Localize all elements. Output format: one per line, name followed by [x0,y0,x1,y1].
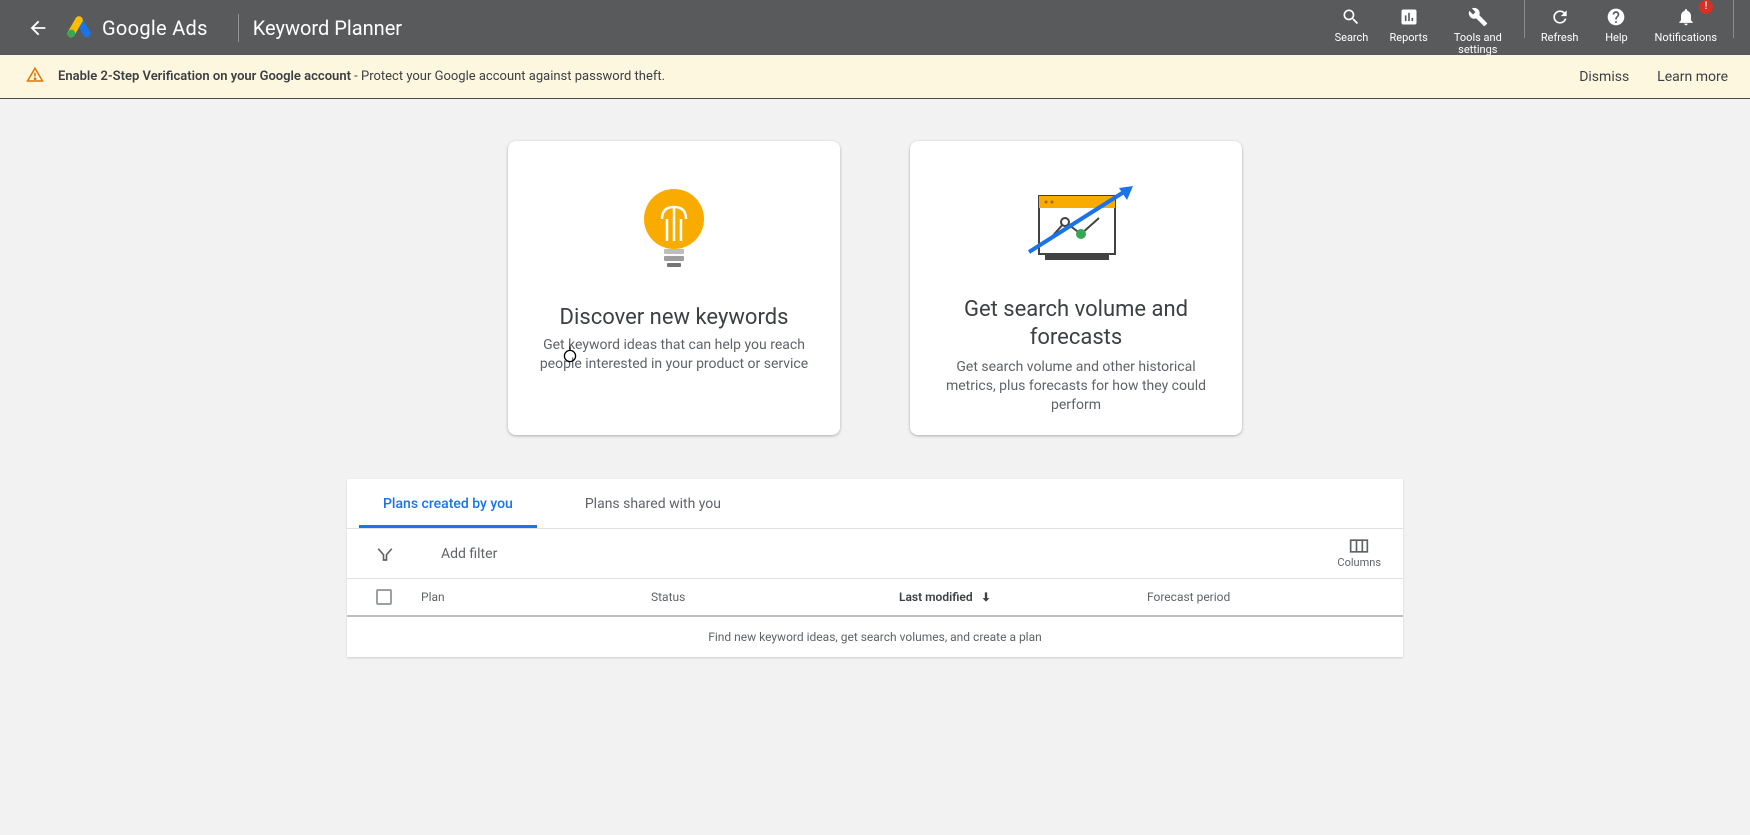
bar-chart-icon [1399,7,1419,27]
bell-icon [1676,7,1696,27]
column-header-plan[interactable]: Plan [421,590,651,604]
product-name: Google Ads [102,16,208,40]
columns-icon [1349,538,1369,554]
arrow-left-icon [27,17,49,39]
product-logo[interactable]: Google Ads [66,15,208,41]
discover-card-title: Discover new keywords [560,305,789,330]
column-header-status[interactable]: Status [651,590,899,604]
filter-icon[interactable] [365,545,405,563]
refresh-icon [1550,7,1570,27]
arrow-down-icon [979,590,993,604]
notifications-label: Notifications [1654,32,1717,44]
back-button[interactable] [18,8,58,48]
search-icon [1341,7,1361,27]
notification-badge: ! [1699,0,1713,14]
plans-panel: Plans created by you Plans shared with y… [347,479,1403,657]
last-modified-label: Last modified [899,590,973,604]
cards-row: Discover new keywords Get keyword ideas … [508,141,1242,435]
header-divider [238,14,239,42]
notifications-button[interactable]: Notifications ! [1644,0,1727,44]
header-actions: Search Reports Tools and settings Refres… [1323,0,1740,56]
dismiss-button[interactable]: Dismiss [1579,69,1629,85]
header-action-divider-2 [1733,0,1734,38]
refresh-button[interactable]: Refresh [1531,0,1589,44]
learn-more-link[interactable]: Learn more [1657,69,1728,85]
forecast-card-description: Get search volume and other historical m… [938,358,1214,415]
google-ads-icon [66,15,92,41]
tab-plans-created[interactable]: Plans created by you [347,479,549,528]
table-header-row: Plan Status Last modified Forecast perio… [347,579,1403,617]
forecast-card-title: Get search volume and forecasts [938,296,1214,352]
column-header-last-modified[interactable]: Last modified [899,590,1147,604]
app-header: Google Ads Keyword Planner Search Report… [0,0,1750,55]
help-label: Help [1605,32,1628,44]
search-label: Search [1335,32,1369,44]
help-icon [1606,7,1626,27]
search-button[interactable]: Search [1323,0,1379,44]
header-action-divider [1524,0,1525,38]
columns-label: Columns [1337,556,1381,569]
discover-card-description: Get keyword ideas that can help you reac… [536,336,812,374]
empty-state-message: Find new keyword ideas, get search volum… [347,617,1403,657]
page-title: Keyword Planner [253,16,402,40]
banner-description: - Protect your Google account against pa… [351,69,665,84]
tools-label: Tools and settings [1448,32,1508,56]
reports-button[interactable]: Reports [1379,0,1437,44]
warning-icon [26,66,44,88]
discover-keywords-card[interactable]: Discover new keywords Get keyword ideas … [508,141,840,435]
chart-arrow-icon [1011,181,1141,272]
filter-row: Add filter Columns [347,529,1403,579]
select-all-checkbox[interactable] [376,589,392,605]
tab-plans-shared[interactable]: Plans shared with you [549,479,757,528]
security-banner: Enable 2-Step Verification on your Googl… [0,55,1750,99]
add-filter-input[interactable]: Add filter [441,546,497,562]
reports-label: Reports [1389,32,1427,44]
column-header-forecast-period[interactable]: Forecast period [1147,590,1403,604]
refresh-label: Refresh [1541,32,1579,44]
main-content: Discover new keywords Get keyword ideas … [0,99,1750,657]
lightbulb-icon [634,181,714,281]
forecast-card[interactable]: Get search volume and forecasts Get sear… [910,141,1242,435]
banner-title: Enable 2-Step Verification on your Googl… [58,69,351,84]
columns-button[interactable]: Columns [1333,538,1385,569]
tools-settings-button[interactable]: Tools and settings [1438,0,1518,56]
help-button[interactable]: Help [1588,0,1644,44]
plans-tabs: Plans created by you Plans shared with y… [347,479,1403,529]
wrench-icon [1468,7,1488,27]
